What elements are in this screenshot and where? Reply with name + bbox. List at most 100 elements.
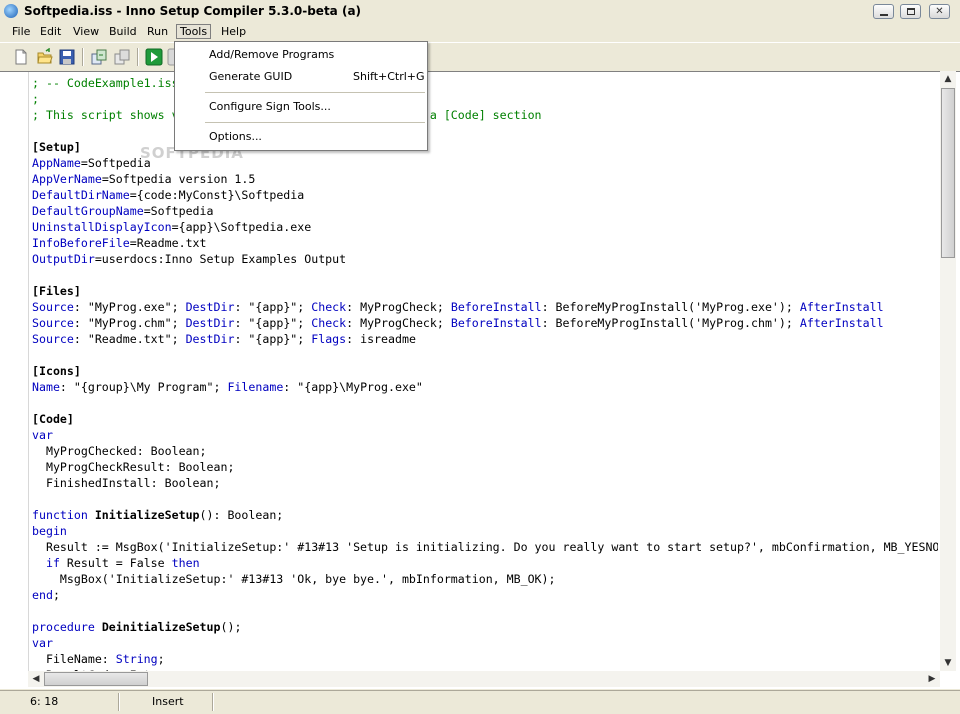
scroll-right-icon[interactable]: ▶ xyxy=(924,671,940,687)
menu-edit[interactable]: Edit xyxy=(37,24,64,39)
code-token: OutputDir xyxy=(32,252,95,266)
menu-item-add-remove-programs[interactable]: Add/Remove Programs xyxy=(175,45,427,65)
code-token: Check xyxy=(311,316,347,330)
code-token: BeforeInstall xyxy=(450,300,542,314)
menu-run[interactable]: Run xyxy=(144,24,171,39)
code-token: InfoBeforeFile xyxy=(32,236,130,250)
code-line: procedure DeinitializeSetup(); xyxy=(32,619,938,635)
horizontal-scrollbar[interactable]: ◀ ▶ xyxy=(28,671,940,687)
code-token: Source xyxy=(32,332,74,346)
stop-compile-icon[interactable] xyxy=(113,48,131,66)
cursor-position: 6: 18 xyxy=(30,695,59,708)
code-token: DeinitializeSetup xyxy=(101,620,221,634)
minimize-button[interactable] xyxy=(873,4,894,19)
menu-build[interactable]: Build xyxy=(106,24,140,39)
code-token: DefaultDirName xyxy=(32,188,130,202)
minimize-icon xyxy=(880,14,888,16)
toolbar xyxy=(0,42,960,71)
menu-separator xyxy=(205,122,425,123)
code-token: Flags xyxy=(311,332,347,346)
status-separator xyxy=(118,693,120,711)
code-token: Name xyxy=(32,380,60,394)
code-token: AfterInstall xyxy=(799,300,884,314)
code-line: AppName=Softpedia xyxy=(32,155,938,171)
code-token: : "{app}"; xyxy=(234,332,312,346)
code-token: : MyProgCheck; xyxy=(346,316,451,330)
close-button[interactable]: ✕ xyxy=(929,4,950,19)
window-title: Softpedia.iss - Inno Setup Compiler 5.3.… xyxy=(24,4,362,18)
run-icon[interactable] xyxy=(145,48,163,66)
code-token: ; xyxy=(32,92,39,106)
code-editor[interactable]: SOFTPEDIA ; -- CodeExample1.iss --;; Thi… xyxy=(0,71,960,689)
close-icon: ✕ xyxy=(935,6,944,17)
code-line: ; xyxy=(32,91,938,107)
code-token: : "{app}"; xyxy=(234,300,312,314)
menu-item-options[interactable]: Options... xyxy=(175,127,427,147)
code-token: =Softpedia xyxy=(80,156,151,170)
menu-help[interactable]: Help xyxy=(218,24,249,39)
code-line: MyProgChecked: Boolean; xyxy=(32,443,938,459)
scroll-down-icon[interactable]: ▼ xyxy=(940,655,956,671)
title-bar: Softpedia.iss - Inno Setup Compiler 5.3.… xyxy=(0,0,960,23)
code-token: var xyxy=(32,636,53,650)
new-file-icon[interactable] xyxy=(12,48,30,66)
tools-dropdown-menu: Add/Remove Programs Generate GUID Shift+… xyxy=(174,41,428,151)
menu-item-shortcut: Shift+Ctrl+G xyxy=(353,70,425,83)
code-token: begin xyxy=(32,524,67,538)
code-token: : BeforeMyProgInstall('MyProg.chm'); xyxy=(541,316,800,330)
code-token: : "Readme.txt"; xyxy=(73,332,186,346)
code-line: ; -- CodeExample1.iss -- xyxy=(32,75,938,91)
code-token: end xyxy=(32,588,53,602)
status-bar: 6: 18 Insert xyxy=(0,690,960,714)
code-token: Result = False xyxy=(59,556,172,570)
menu-item-generate-guid[interactable]: Generate GUID Shift+Ctrl+G xyxy=(175,67,427,87)
code-token: AppName xyxy=(32,156,81,170)
code-token: DestDir xyxy=(185,316,235,330)
code-token: ={code:MyConst}\Softpedia xyxy=(129,188,305,202)
editor-gutter xyxy=(0,72,29,672)
code-line: function InitializeSetup(): Boolean; xyxy=(32,507,938,523)
code-token: [Code] xyxy=(32,412,74,426)
code-token: : MyProgCheck; xyxy=(346,300,451,314)
menu-item-configure-sign-tools[interactable]: Configure Sign Tools... xyxy=(175,97,427,117)
code-line: DefaultDirName={code:MyConst}\Softpedia xyxy=(32,187,938,203)
code-line: [Setup] xyxy=(32,139,938,155)
vertical-scrollbar[interactable]: ▲ ▼ xyxy=(940,71,956,671)
code-token: [Files] xyxy=(32,284,81,298)
code-line: MyProgCheckResult: Boolean; xyxy=(32,459,938,475)
code-line: end; xyxy=(32,587,938,603)
code-text[interactable]: ; -- CodeExample1.iss --;; This script s… xyxy=(32,75,938,671)
code-line: if Result = False then xyxy=(32,555,938,571)
scroll-left-icon[interactable]: ◀ xyxy=(28,671,44,687)
code-line: OutputDir=userdocs:Inno Setup Examples O… xyxy=(32,251,938,267)
horizontal-scroll-thumb[interactable] xyxy=(44,672,148,686)
code-line: [Icons] xyxy=(32,363,938,379)
code-token: var xyxy=(32,428,53,442)
vertical-scroll-thumb[interactable] xyxy=(941,88,955,258)
code-token: [Setup] xyxy=(32,140,81,154)
code-token: FinishedInstall: Boolean; xyxy=(32,476,221,490)
scroll-up-icon[interactable]: ▲ xyxy=(940,71,956,87)
code-token: BeforeInstall xyxy=(450,316,542,330)
code-token: : "{group}\My Program"; xyxy=(59,380,228,394)
app-icon[interactable] xyxy=(4,4,18,18)
menu-tools[interactable]: Tools xyxy=(176,24,212,39)
code-token: Result := MsgBox('InitializeSetup:' #13#… xyxy=(32,540,938,554)
menu-file[interactable]: File xyxy=(9,24,33,39)
menu-item-label: Generate GUID xyxy=(209,70,293,83)
compile-icon[interactable] xyxy=(90,48,108,66)
maximize-button[interactable] xyxy=(900,4,921,19)
code-token: MsgBox('InitializeSetup:' #13#13 'Ok, by… xyxy=(32,572,556,586)
menu-separator xyxy=(205,92,425,93)
code-token: procedure xyxy=(32,620,102,634)
code-token: ; xyxy=(157,652,165,666)
code-token: =userdocs:Inno Setup Examples Output xyxy=(94,252,347,266)
code-line: [Code] xyxy=(32,411,938,427)
open-folder-icon[interactable] xyxy=(36,48,54,66)
menu-view[interactable]: View xyxy=(70,24,102,39)
save-icon[interactable] xyxy=(58,48,76,66)
